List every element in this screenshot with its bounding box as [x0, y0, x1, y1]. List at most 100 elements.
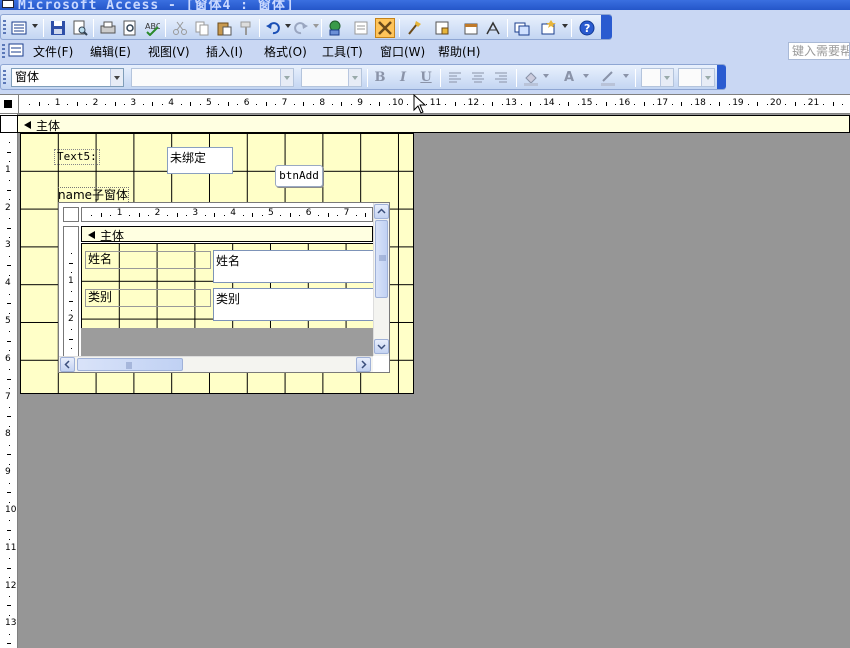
h-ruler-tick [351, 104, 352, 105]
h-ruler-tick [823, 104, 824, 105]
menu-file[interactable]: 文件(F) [33, 43, 73, 60]
sub-v-ruler-number: 2 [68, 313, 74, 324]
scroll-up-icon[interactable] [374, 204, 389, 219]
category-field[interactable]: 类别 [213, 288, 375, 321]
section-selector[interactable] [0, 115, 18, 133]
view-icon[interactable] [9, 18, 29, 38]
redo-icon[interactable] [291, 18, 311, 38]
paste-icon[interactable] [214, 18, 234, 38]
subform-control[interactable]: 1234567 12 主体 姓名 姓名 类别 类别 [58, 202, 390, 373]
scroll-right-icon[interactable] [356, 357, 371, 372]
font-color-button[interactable]: A [559, 68, 579, 88]
line-width-combo[interactable] [641, 68, 674, 87]
new-object-icon[interactable] [538, 18, 558, 38]
scroll-left-icon[interactable] [60, 357, 75, 372]
toolbar-grip[interactable] [3, 20, 6, 35]
print-icon[interactable] [98, 18, 118, 38]
object-combo[interactable]: 窗体 [11, 68, 124, 87]
format-painter-icon[interactable] [236, 18, 256, 38]
line-color-icon[interactable] [598, 68, 618, 88]
code-icon[interactable] [432, 18, 452, 38]
cut-icon[interactable] [170, 18, 190, 38]
subform-vertical-ruler[interactable]: 12 [63, 226, 79, 372]
properties-icon[interactable] [461, 18, 481, 38]
h-ruler-number: 16 [618, 98, 631, 108]
sub-v-ruler-tick [71, 253, 72, 254]
vertical-ruler[interactable]: 1 2 3 4 5 6 7 8 9 10 11 12 13 [0, 114, 18, 648]
subform-vertical-scrollbar[interactable] [373, 203, 389, 356]
align-left-icon[interactable] [445, 68, 465, 88]
menu-format[interactable]: 格式(O) [264, 43, 307, 60]
spelling-icon[interactable]: ABC [142, 18, 162, 38]
copy-icon[interactable] [192, 18, 212, 38]
v-ruler-tick [7, 643, 11, 644]
menu-insert[interactable]: 插入(I) [206, 43, 243, 60]
menu-tools[interactable]: 工具(T) [322, 43, 363, 60]
menubar-grip[interactable] [2, 44, 5, 59]
text5-label[interactable]: Text5: [54, 149, 100, 165]
h-ruler-number: 21 [807, 98, 820, 108]
subform-label[interactable]: name子窗体 [58, 187, 130, 202]
chevron-down-icon[interactable] [110, 69, 123, 86]
undo-icon[interactable] [263, 18, 283, 38]
h-ruler-tick [521, 104, 522, 105]
ask-question-box[interactable]: 键入需要帮助 [788, 42, 850, 60]
print-preview-icon[interactable] [120, 18, 140, 38]
h-ruler-tick [445, 104, 446, 105]
font-size-combo[interactable] [301, 68, 362, 87]
scroll-thumb[interactable] [375, 220, 388, 298]
access-app-icon [2, 0, 14, 8]
v-ruler-number: 5 [5, 316, 11, 326]
chevron-down-icon[interactable] [280, 69, 293, 86]
form-menu-icon[interactable] [8, 43, 24, 60]
hyperlink-icon[interactable] [325, 18, 345, 38]
section-arrow-icon [24, 121, 31, 129]
menu-window[interactable]: 窗口(W) [380, 43, 425, 60]
subform-selector[interactable] [63, 207, 79, 222]
v-ruler-tick [7, 605, 11, 606]
help-icon[interactable]: ? [577, 18, 597, 38]
sub-v-ruler-number: 1 [68, 275, 74, 286]
subform-horizontal-ruler[interactable]: 1 2 3 4 5 6 7 [81, 207, 373, 222]
unbound-textbox[interactable]: 未绑定 [167, 147, 233, 174]
database-window-icon[interactable] [512, 18, 532, 38]
subform-section-bar[interactable]: 主体 [81, 226, 373, 243]
btn-add-button[interactable]: btnAdd [275, 165, 323, 187]
field-list-icon[interactable] [351, 18, 371, 38]
font-name-combo[interactable] [131, 68, 294, 87]
toolbar-options-icon[interactable] [717, 65, 726, 89]
scroll-down-icon[interactable] [374, 339, 389, 354]
menu-view[interactable]: 视图(V) [148, 43, 190, 60]
menu-help[interactable]: 帮助(H) [438, 43, 480, 60]
build-icon[interactable] [483, 18, 503, 38]
v-ruler-number: 1 [5, 164, 11, 175]
name-field[interactable]: 姓名 [213, 250, 375, 283]
category-label[interactable]: 类别 [85, 289, 211, 307]
detail-section-bar[interactable]: 主体 [18, 115, 850, 133]
scroll-thumb[interactable] [77, 358, 183, 371]
chevron-down-icon[interactable] [701, 69, 714, 86]
form-selector[interactable] [4, 100, 12, 108]
chevron-down-icon[interactable] [348, 69, 361, 86]
bold-button[interactable]: B [370, 68, 390, 88]
toolbar-grip[interactable] [3, 70, 6, 85]
chevron-down-icon[interactable] [660, 69, 673, 86]
menu-edit[interactable]: 编辑(E) [90, 43, 131, 60]
name-label[interactable]: 姓名 [85, 251, 211, 269]
autoformat-icon[interactable] [404, 18, 424, 38]
italic-button[interactable]: I [393, 68, 413, 88]
toolbar-options-icon[interactable] [601, 15, 612, 39]
align-right-icon[interactable] [491, 68, 511, 88]
save-icon[interactable] [48, 18, 68, 38]
sub-h-ruler-tick [148, 215, 149, 216]
special-effect-combo[interactable] [678, 68, 715, 87]
h-ruler-tick [672, 104, 673, 105]
underline-button[interactable]: U [416, 68, 436, 88]
align-center-icon[interactable] [468, 68, 488, 88]
sub-h-ruler-tick [252, 213, 253, 217]
v-ruler-number: 13 [5, 618, 17, 629]
file-search-icon[interactable] [70, 18, 90, 38]
fill-color-icon[interactable] [521, 68, 541, 88]
subform-horizontal-scrollbar[interactable] [59, 356, 373, 372]
toolbox-icon[interactable] [375, 18, 395, 38]
